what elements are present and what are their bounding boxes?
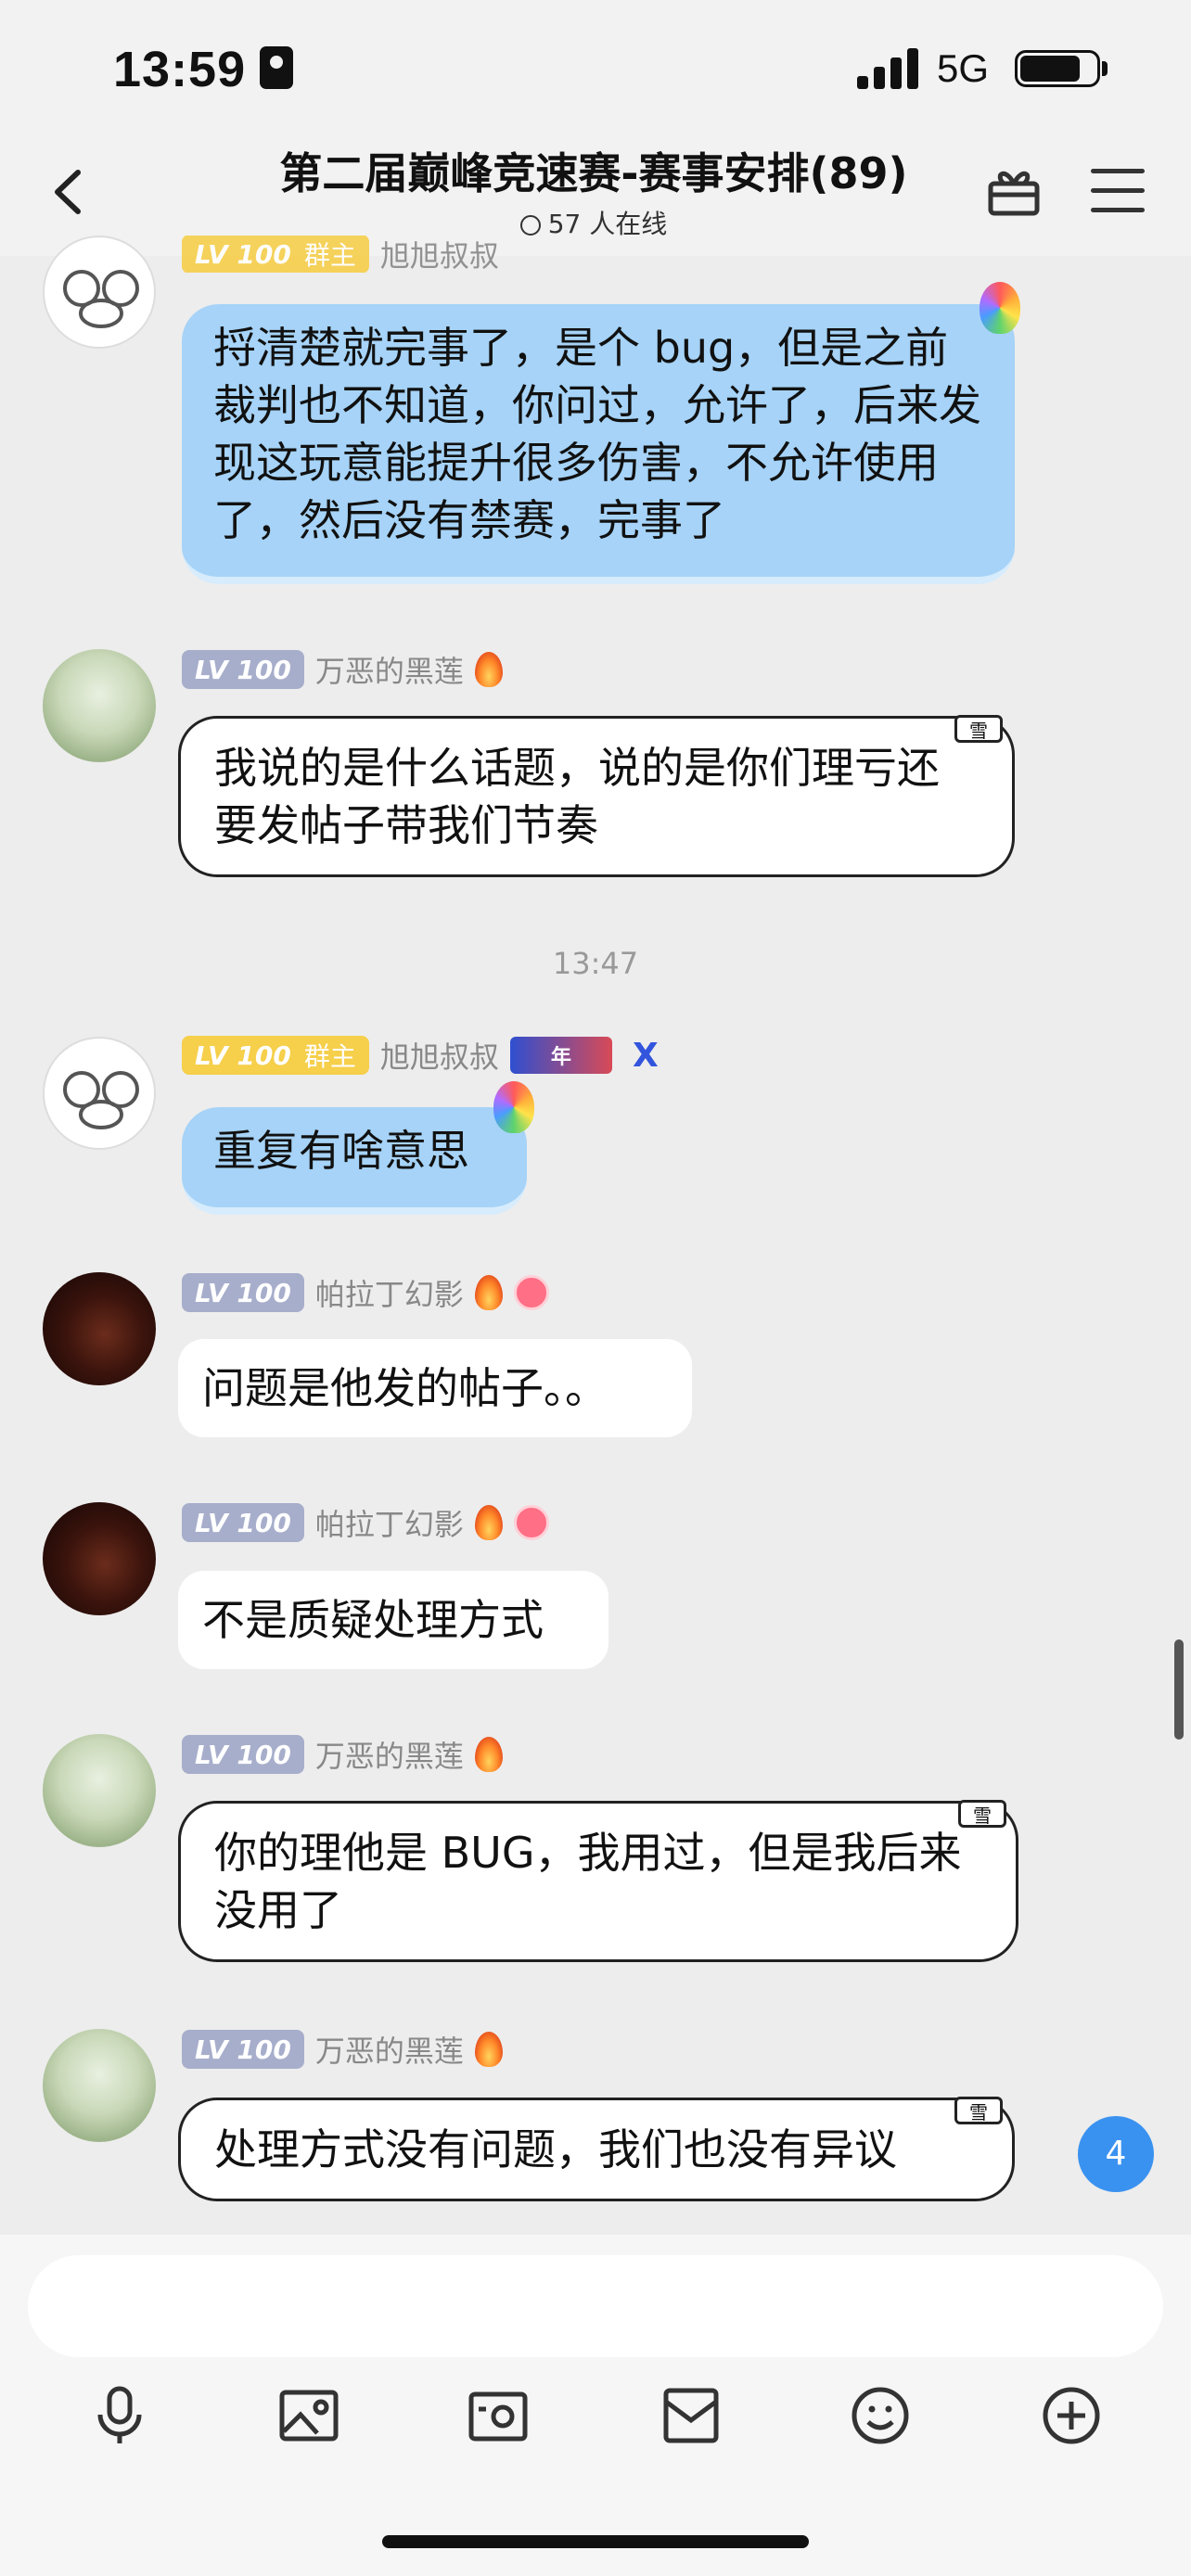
balloon-icon [980,282,1020,334]
x-tag-icon: X [633,1036,659,1075]
avatar[interactable] [43,1037,156,1150]
message-text: 处理方式没有问题，我们也没有异议 [214,2124,897,2174]
sender-name[interactable]: 万恶的黑莲 [315,2028,464,2071]
title-tag: 年 [509,1037,612,1074]
avatar[interactable] [43,236,156,349]
battery-tip [1102,61,1108,76]
comic-tag: 雪 [954,2097,1003,2124]
sender-name[interactable]: 帕拉丁幻影 [315,1271,464,1314]
image-icon[interactable] [278,2385,339,2446]
plus-icon[interactable] [1041,2385,1102,2446]
avatar[interactable] [43,1502,156,1615]
envelope-icon[interactable] [660,2385,722,2446]
mic-icon[interactable] [89,2385,150,2446]
message-bubble[interactable]: 雪 你的理他是 BUG，我用过，但是我后来没用了 [178,1800,1018,1962]
battery-level [1020,56,1080,82]
flame-icon [474,652,503,687]
message-text: 我说的是什么话题，说的是你们理亏还要发帖子带我们节奏 [214,743,940,850]
message-bubble[interactable]: 雪 我说的是什么话题，说的是你们理亏还要发帖子带我们节奏 [178,715,1015,877]
unread-badge[interactable]: 4 [1078,2116,1154,2192]
chevron-left-icon[interactable] [43,159,98,224]
message-meta: LV 100 万恶的黑莲 [182,2027,503,2072]
scrollbar[interactable] [1174,1639,1184,1740]
sender-name[interactable]: 万恶的黑莲 [315,648,464,691]
level-badge: LV 100 [182,1503,304,1542]
comic-tag: 雪 [954,715,1003,743]
flame-icon [474,1505,503,1540]
message-bubble[interactable]: 重复有啥意思 [182,1107,527,1215]
balloon-icon [493,1081,534,1133]
timestamp: 13:47 [552,946,639,981]
message-bubble[interactable]: 捋清楚就完事了，是个 bug，但是之前裁判也不知道，你问过，允许了，后来发现这玩… [182,304,1015,584]
level-badge: LV 100 [182,1273,304,1312]
message-bubble[interactable]: 问题是他发的帖子。。 [178,1339,692,1437]
online-count-text: 57 人在线 [547,209,668,239]
level-badge: LV 100 [182,2030,304,2069]
chat-title[interactable]: 第二届巅峰竞速赛-赛事安排(89) [186,141,1002,206]
status-time: 13:59 [113,42,247,97]
message-meta: LV 100 万恶的黑莲 [182,647,503,692]
avatar[interactable] [43,1734,156,1847]
gift-icon[interactable] [985,161,1043,219]
focus-badge-icon [260,46,293,89]
clock-icon [519,215,541,236]
message-meta: LV 100 帕拉丁幻影 [182,1270,549,1315]
flame-icon [474,1737,503,1772]
avatar[interactable] [43,649,156,762]
comic-tag: 雪 [958,1800,1006,1828]
network-type: 5G [937,46,990,90]
flame-icon [474,2032,503,2067]
home-indicator [382,2535,809,2548]
message-meta: LV 100 群主 旭旭叔叔 [182,236,499,273]
level-badge: LV 100 群主 [182,1036,369,1075]
level-text: LV 100 [195,1039,291,1071]
sender-name[interactable]: 帕拉丁幻影 [315,1501,464,1544]
smile-badge-icon [513,1275,549,1310]
level-text: LV 100 [195,238,291,270]
message-meta: LV 100 万恶的黑莲 [182,1732,503,1777]
message-meta: LV 100 帕拉丁幻影 [182,1500,549,1545]
camera-icon[interactable] [467,2385,529,2446]
smile-badge-icon [513,1505,549,1540]
level-badge: LV 100 群主 [182,236,369,273]
menu-icon[interactable] [1091,169,1145,213]
message-meta: LV 100 群主 旭旭叔叔 年 X [182,1033,668,1078]
flame-icon [474,1275,503,1310]
signal-icon [857,48,920,89]
message-bubble[interactable]: 不是质疑处理方式 [178,1571,608,1669]
level-badge: LV 100 [182,1735,304,1774]
level-badge: LV 100 [182,650,304,689]
sender-name[interactable]: 万恶的黑莲 [315,1733,464,1776]
avatar[interactable] [43,2029,156,2142]
emoji-icon[interactable] [850,2385,911,2446]
sender-name[interactable]: 旭旭叔叔 [380,1034,499,1077]
owner-badge: 群主 [303,1041,356,1072]
message-text: 你的理他是 BUG，我用过，但是我后来没用了 [214,1828,962,1935]
owner-badge: 群主 [303,240,356,271]
avatar[interactable] [43,1272,156,1385]
sender-name[interactable]: 旭旭叔叔 [380,236,499,273]
message-input[interactable] [28,2255,1163,2357]
message-bubble[interactable]: 雪 处理方式没有问题，我们也没有异议 [178,2097,1015,2201]
